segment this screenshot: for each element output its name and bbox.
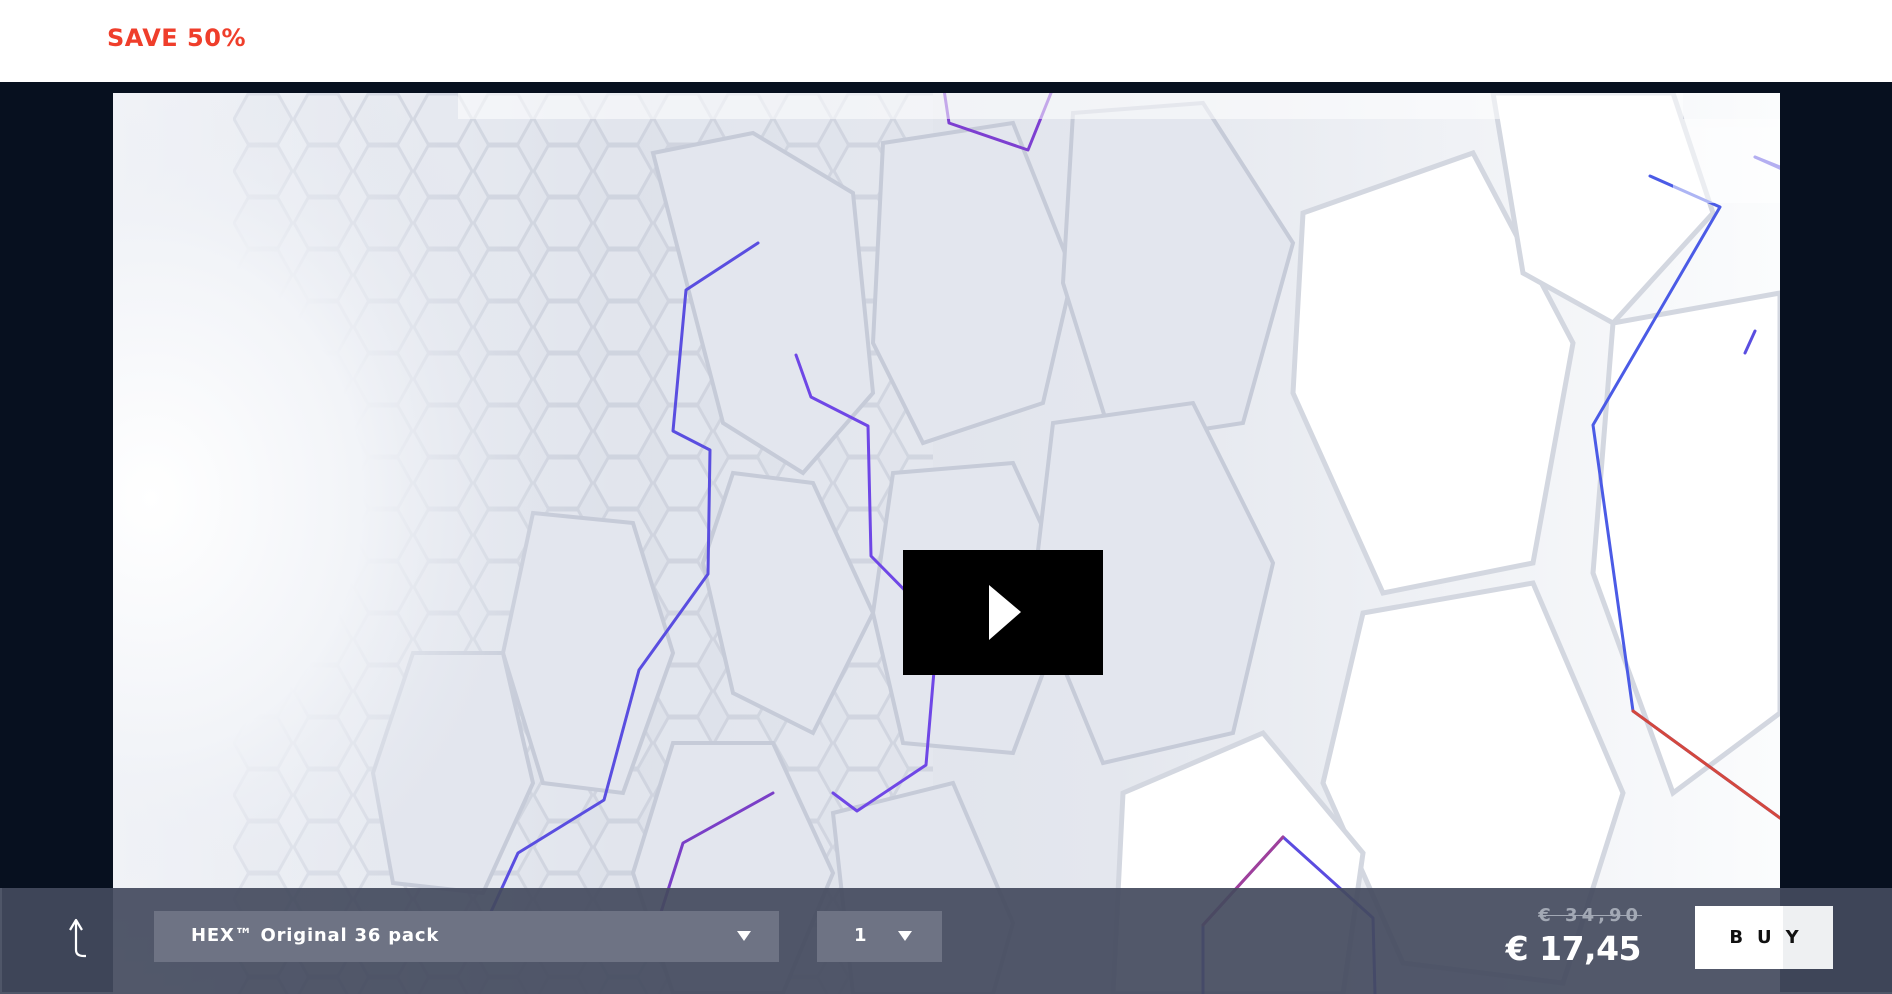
back-arrow-icon[interactable] bbox=[62, 916, 92, 960]
right-margin bbox=[1780, 82, 1892, 888]
buy-button[interactable]: BUY bbox=[1695, 906, 1833, 969]
play-icon bbox=[989, 585, 1021, 640]
chevron-down-icon bbox=[737, 931, 751, 941]
variant-select[interactable]: HEX™ Original 36 pack bbox=[154, 911, 779, 962]
top-banner: SAVE 50% bbox=[0, 0, 1892, 82]
play-button[interactable] bbox=[903, 550, 1103, 675]
video-poster-image bbox=[113, 93, 1780, 994]
variant-select-value: HEX™ Original 36 pack bbox=[191, 925, 440, 946]
chevron-down-icon bbox=[898, 931, 912, 941]
product-video[interactable] bbox=[113, 93, 1780, 994]
left-margin bbox=[0, 82, 113, 888]
buy-button-label: BUY bbox=[1729, 927, 1813, 948]
save-badge: SAVE 50% bbox=[107, 24, 246, 52]
quantity-select[interactable]: 1 bbox=[817, 911, 942, 962]
sale-price: € 17,45 bbox=[1505, 929, 1642, 968]
quantity-select-value: 1 bbox=[854, 925, 867, 946]
original-price: € 34,90 bbox=[1538, 905, 1642, 926]
